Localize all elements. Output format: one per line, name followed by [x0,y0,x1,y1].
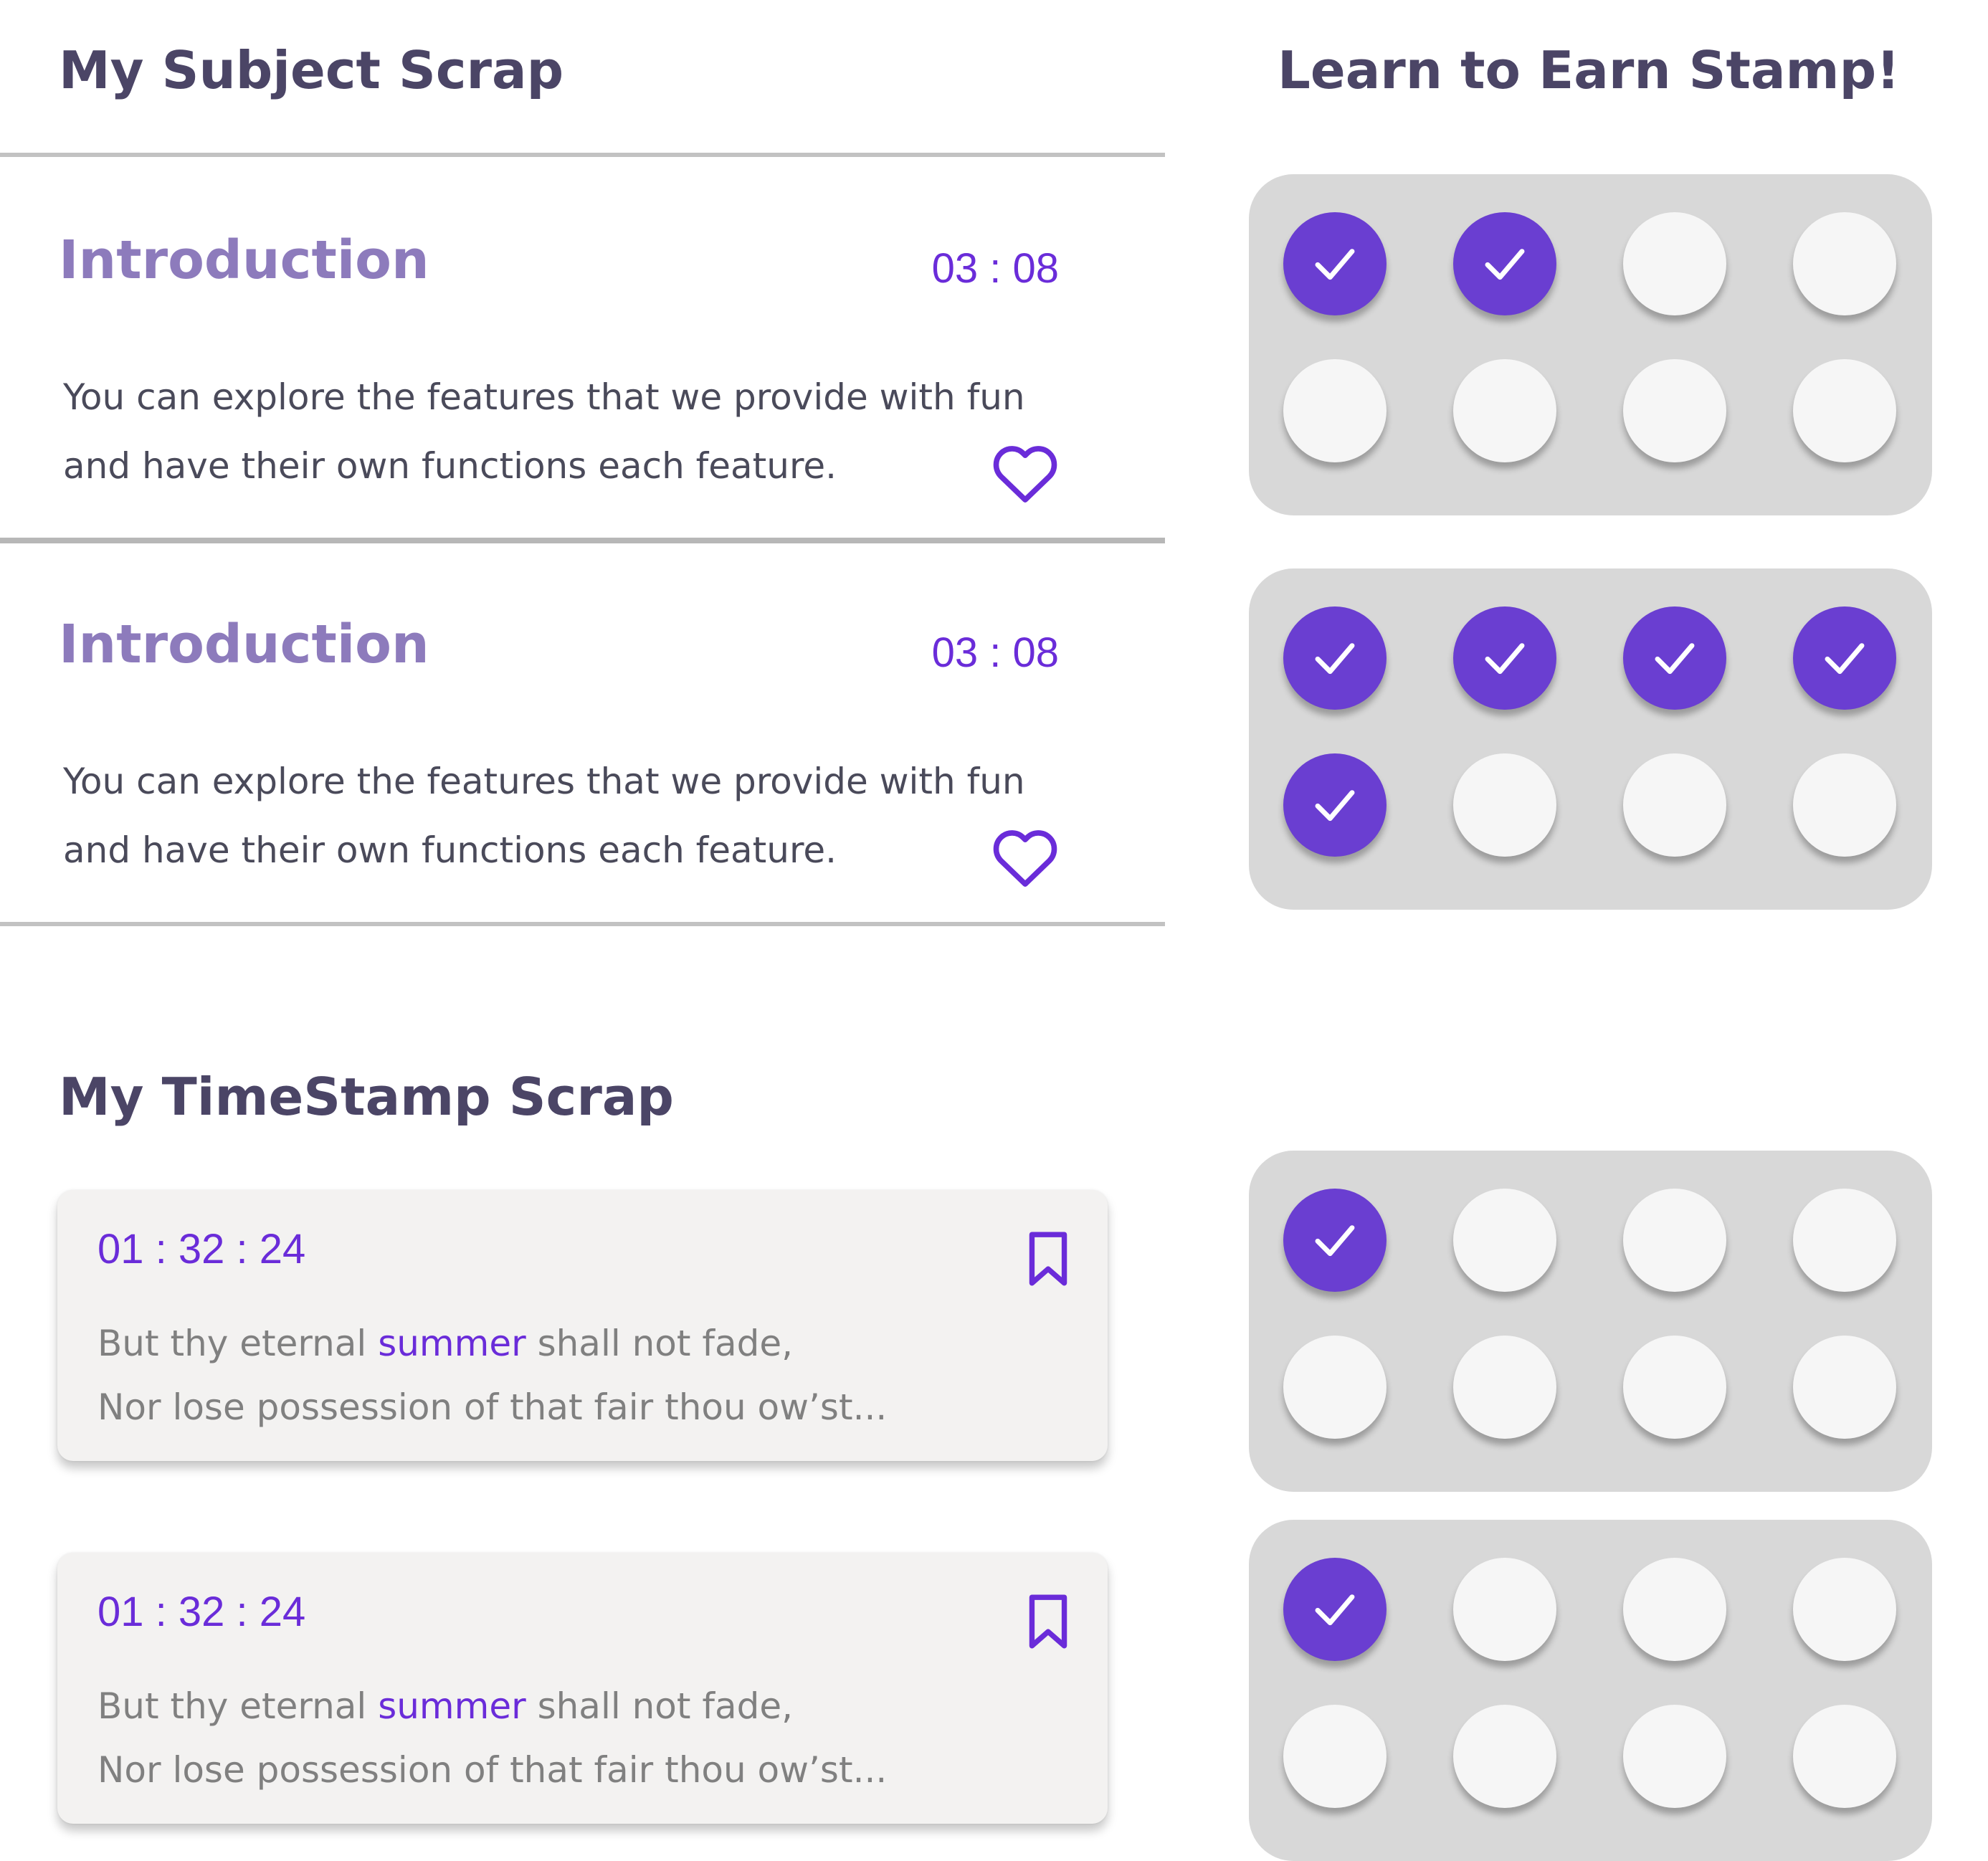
quote-line: But thy eternal summer shall not fade, [98,1312,887,1376]
stamp-empty [1623,1705,1726,1808]
stamp-earned [1623,606,1726,710]
highlighted-word: summer [378,1685,526,1727]
description-line: You can explore the features that we pro… [63,761,1025,802]
description-line: and have their own functions each featur… [63,445,837,487]
stamp-earned [1453,212,1556,315]
subject-timestamp: 03 : 08 [931,245,1059,292]
quote-line: Nor lose possession of that fair thou ow… [98,1749,888,1791]
subject-scrap-item[interactable]: Introduction 03 : 08 You can explore the… [0,553,1165,926]
quote-text: shall not fade, [525,1685,794,1727]
timestamp-time: 01 : 32 : 24 [98,1226,306,1272]
stamp-empty [1283,1705,1387,1808]
stamp-empty [1793,212,1896,315]
stamp-empty [1793,1558,1896,1661]
stamp-earned [1283,753,1387,857]
stamp-empty [1623,212,1726,315]
subject-title: Introduction [59,229,429,291]
description-line: and have their own functions each featur… [63,829,837,871]
stamp-empty [1793,1189,1896,1292]
quote-text: shall not fade, [525,1323,794,1364]
quote-line: Nor lose possession of that fair thou ow… [98,1386,888,1428]
stamp-empty [1793,1336,1896,1439]
stamp-empty [1453,1336,1556,1439]
quote-text: But thy eternal [98,1685,379,1727]
check-icon [1655,643,1695,675]
heart-icon[interactable] [991,826,1060,889]
stamp-earned [1283,212,1387,315]
subject-description: You can explore the features that we pro… [63,747,1025,885]
stamp-empty [1453,1189,1556,1292]
timestamp-time: 01 : 32 : 24 [98,1589,306,1635]
stamp-empty [1623,1336,1726,1439]
stamp-earned [1793,606,1896,710]
check-icon [1315,1594,1355,1626]
quote-line: But thy eternal summer shall not fade, [98,1675,887,1738]
stamp-earned [1283,1189,1387,1292]
timestamp-scrap-title: My TimeStamp Scrap [59,1067,674,1127]
subject-scrap-title: My Subject Scrap [59,40,564,100]
stamp-card [1249,1151,1932,1492]
subject-description: You can explore the features that we pro… [63,363,1025,500]
stamp-empty [1793,359,1896,462]
subject-scrap-item[interactable]: Introduction 03 : 08 You can explore the… [0,169,1165,542]
stamp-earned [1453,606,1556,710]
stamp-empty [1453,753,1556,857]
heart-icon[interactable] [991,442,1060,505]
check-icon [1315,249,1355,280]
bookmark-icon[interactable] [1027,1230,1069,1289]
highlighted-word: summer [378,1323,526,1364]
stamp-empty [1793,1705,1896,1808]
timestamp-card[interactable]: 01 : 32 : 24 But thy eternal summer shal… [57,1553,1108,1824]
subject-title: Introduction [59,614,429,675]
stamp-empty [1283,359,1387,462]
stamp-earned [1283,1558,1387,1661]
stamp-empty [1453,1558,1556,1661]
subject-timestamp: 03 : 08 [931,629,1059,676]
check-icon [1315,1225,1355,1257]
stamp-empty [1623,1558,1726,1661]
stamp-empty [1623,359,1726,462]
timestamp-card[interactable]: 01 : 32 : 24 But thy eternal summer shal… [57,1190,1108,1461]
description-line: You can explore the features that we pro… [63,376,1025,418]
stamp-section-title: Learn to Earn Stamp! [1278,40,1900,100]
stamp-empty [1453,359,1556,462]
stamp-card [1249,568,1932,910]
stamp-empty [1623,753,1726,857]
stamp-empty [1793,753,1896,857]
timestamp-quote: But thy eternal summer shall not fade, N… [98,1675,887,1802]
check-icon [1315,790,1355,822]
stamp-empty [1623,1189,1726,1292]
check-icon [1315,643,1355,675]
stamp-card [1249,1520,1932,1861]
divider [0,153,1165,157]
quote-text: But thy eternal [98,1323,379,1364]
stamp-empty [1453,1705,1556,1808]
stamp-card [1249,174,1932,515]
timestamp-quote: But thy eternal summer shall not fade, N… [98,1312,887,1439]
check-icon [1485,249,1525,280]
stamp-empty [1283,1336,1387,1439]
stamp-earned [1283,606,1387,710]
bookmark-icon[interactable] [1027,1593,1069,1652]
check-icon [1825,643,1865,675]
check-icon [1485,643,1525,675]
